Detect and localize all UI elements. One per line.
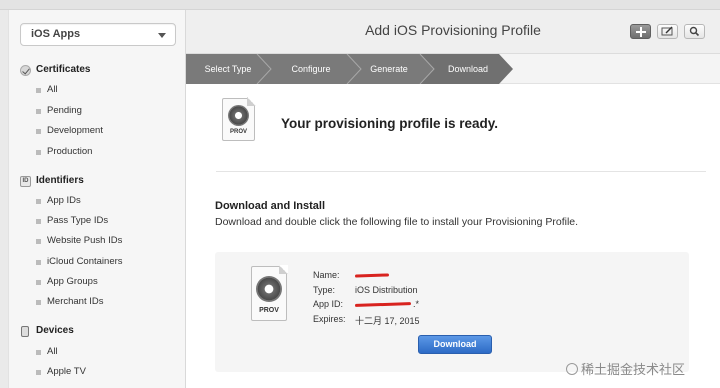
profile-type-value: iOS Distribution	[355, 285, 418, 295]
wizard-step-configure: Configure	[270, 54, 352, 84]
document-fold	[279, 265, 288, 274]
edit-icon	[661, 26, 673, 36]
sidebar-item-label: Apple TV	[47, 366, 86, 377]
watermark: 稀土掘金技术社区	[566, 359, 685, 378]
id-badge-icon: ID	[20, 176, 31, 187]
search-button[interactable]	[684, 24, 705, 39]
edit-button[interactable]	[657, 24, 678, 39]
download-description: Download and double click the following …	[215, 216, 579, 228]
bullet-icon	[36, 109, 41, 114]
bullet-icon	[36, 88, 41, 93]
provisioning-file-icon[interactable]: PROV	[251, 265, 288, 321]
title-bar: Add iOS Provisioning Profile	[186, 10, 720, 54]
sidebar-section-label: Certificates	[36, 64, 91, 75]
sidebar-item-label: All	[47, 346, 58, 357]
bullet-icon	[36, 370, 41, 375]
sidebar-item-label: All	[47, 84, 58, 95]
redaction-mark	[354, 273, 390, 278]
download-button[interactable]: Download	[418, 335, 492, 354]
watermark-text: 稀土掘金技术社区	[581, 362, 686, 377]
bullet-icon	[36, 199, 41, 204]
sidebar-section-label: Devices	[36, 325, 74, 336]
prov-label: PROV	[229, 129, 247, 135]
chevron-down-icon	[158, 33, 166, 38]
download-heading: Download and Install	[215, 200, 326, 212]
profile-expires-key: Expires:	[313, 314, 346, 324]
search-icon	[689, 26, 700, 37]
wizard-step-download: Download	[432, 54, 504, 84]
certificate-check-icon	[20, 65, 31, 76]
sidebar-item-label: Pending	[47, 105, 82, 116]
sidebar-item-label: App IDs	[47, 195, 81, 206]
add-button[interactable]	[630, 24, 651, 39]
wizard-steps: Select Type Configure Generate Download	[186, 54, 720, 84]
wizard-step-label: Generate	[370, 64, 408, 74]
prov-label: PROV	[259, 307, 279, 314]
profile-type-key: Type:	[313, 285, 336, 295]
sidebar-item-label: Production	[47, 146, 93, 157]
profile-appid-value: .*	[413, 299, 420, 309]
app-type-select[interactable]: iOS Apps	[20, 23, 176, 46]
redaction-mark	[354, 302, 412, 307]
wizard-step-label: Select Type	[204, 64, 252, 74]
provisioning-profile-icon: PROV	[222, 97, 256, 141]
gear-icon	[256, 276, 282, 302]
bullet-icon	[36, 280, 41, 285]
sidebar-item-label: iCloud Containers	[47, 256, 123, 267]
sidebar: iOS Apps Certificates All Pending Develo…	[8, 10, 186, 388]
sidebar-item-label: Website Push IDs	[47, 235, 123, 246]
bullet-icon	[36, 300, 41, 305]
profile-appid-key: App ID:	[313, 299, 344, 309]
document-fold	[247, 97, 256, 106]
bullet-icon	[36, 350, 41, 355]
sidebar-section-label: Identifiers	[36, 175, 84, 186]
wizard-step-generate: Generate	[356, 54, 422, 84]
bullet-icon	[36, 219, 41, 224]
profile-name-key: Name:	[313, 270, 340, 280]
gear-icon	[228, 105, 249, 126]
main-panel: Add iOS Provisioning Profile Select Type…	[186, 10, 720, 388]
ready-message: Your provisioning profile is ready.	[281, 116, 499, 131]
bullet-icon	[36, 260, 41, 265]
sidebar-item-label: Development	[47, 125, 103, 136]
watermark-logo-icon	[566, 363, 578, 375]
bullet-icon	[36, 239, 41, 244]
wizard-step-label: Download	[447, 64, 489, 74]
profile-expires-value: 十二月 17, 2015	[355, 316, 420, 326]
bullet-icon	[36, 129, 41, 134]
wizard-step-label: Configure	[291, 64, 331, 74]
profile-file-card: PROV Name: Type: iOS Distribution App ID…	[215, 252, 689, 372]
device-phone-icon	[21, 326, 29, 337]
sidebar-item-label: Pass Type IDs	[47, 215, 109, 226]
wizard-step-select-type: Select Type	[190, 54, 266, 84]
sidebar-item-label: App Groups	[47, 276, 98, 287]
separator	[216, 171, 706, 172]
bullet-icon	[36, 150, 41, 155]
sidebar-item-label: Merchant IDs	[47, 296, 104, 307]
app-type-select-label: iOS Apps	[31, 28, 81, 40]
top-strip	[0, 0, 720, 10]
